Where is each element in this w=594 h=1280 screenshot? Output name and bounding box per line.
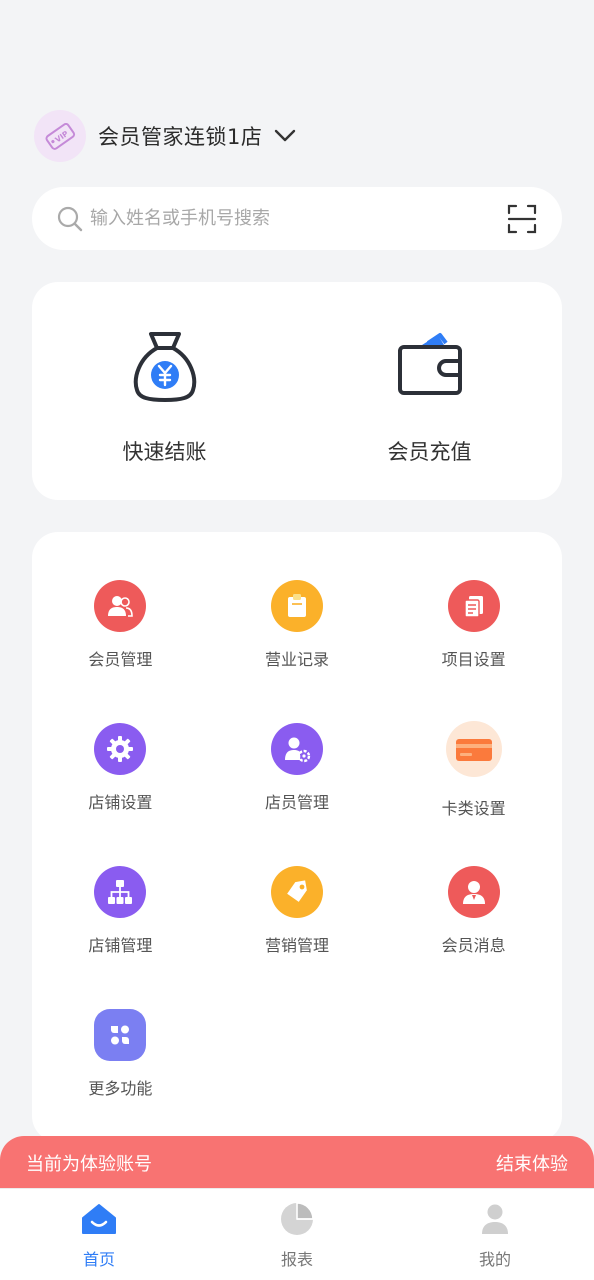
member-management-button[interactable]: 会员管理 [32,580,209,723]
store-selector[interactable]: VIP 会员管家连锁1店 [34,110,296,162]
tab-reports-label: 报表 [280,1250,313,1269]
staff-settings-icon [270,723,323,775]
member-recharge-label: 会员充值 [387,440,472,464]
member-message-icon [447,866,500,918]
search-bar[interactable] [32,187,562,250]
member-messages-label: 会员消息 [441,936,506,955]
member-management-label: 会员管理 [88,650,153,669]
card-settings-label: 卡类设置 [441,799,506,818]
staff-management-button[interactable]: 店员管理 [209,723,386,866]
member-recharge-button[interactable]: 会员充值 [297,282,562,500]
project-settings-button[interactable]: 项目设置 [385,580,562,723]
tag-icon [270,866,323,918]
marketing-management-label: 营销管理 [264,936,329,955]
store-management-button[interactable]: 店铺管理 [32,866,209,1009]
store-name[interactable]: 会员管家连锁1店 [98,121,262,151]
store-management-label: 店铺管理 [88,936,153,955]
wallet-icon [390,326,470,406]
project-settings-label: 项目设置 [441,650,506,669]
store-settings-label: 店铺设置 [88,793,153,812]
tab-home-label: 首页 [82,1250,115,1269]
gear-icon [94,723,147,775]
business-records-label: 营业记录 [264,650,329,669]
quick-actions-card: 快速结账 会员充值 [32,282,562,500]
vip-tag-icon: VIP [34,110,86,162]
member-messages-button[interactable]: 会员消息 [385,866,562,1009]
chevron-down-icon[interactable] [274,129,296,143]
tab-reports[interactable]: 报表 [198,1189,396,1280]
more-features-label: 更多功能 [88,1079,153,1098]
documents-icon [447,580,500,632]
scan-icon[interactable] [506,203,538,235]
more-features-button[interactable]: 更多功能 [32,1009,209,1152]
business-records-button[interactable]: 营业记录 [209,580,386,723]
user-icon [477,1201,513,1237]
card-settings-button[interactable]: 卡类设置 [385,721,562,866]
function-grid-card: 会员管理 营业记录 项目设置 店铺设置 店员管理 卡类设置 店铺管理 营销管理 … [32,532,562,1142]
store-settings-button[interactable]: 店铺设置 [32,723,209,866]
members-icon [94,580,147,632]
trial-account-banner: 当前为体验账号 结束体验 [0,1136,594,1190]
tab-mine-label: 我的 [478,1250,511,1269]
search-input[interactable] [90,208,506,229]
home-icon [81,1201,117,1237]
clipboard-icon [270,580,323,632]
quick-checkout-button[interactable]: 快速结账 [32,282,297,500]
search-icon [56,205,84,233]
bottom-tab-bar: 首页 报表 我的 [0,1188,594,1280]
pie-chart-icon [279,1201,315,1237]
card-icon [445,721,502,777]
more-apps-icon [94,1009,147,1061]
tab-mine[interactable]: 我的 [396,1189,594,1280]
money-bag-icon [125,326,205,406]
staff-management-label: 店员管理 [264,793,329,812]
tab-home[interactable]: 首页 [0,1189,198,1280]
marketing-management-button[interactable]: 营销管理 [209,866,386,1009]
org-chart-icon [94,866,147,918]
trial-notice: 当前为体验账号 [26,1154,152,1175]
end-trial-button[interactable]: 结束体验 [496,1150,568,1176]
quick-checkout-label: 快速结账 [122,440,207,464]
